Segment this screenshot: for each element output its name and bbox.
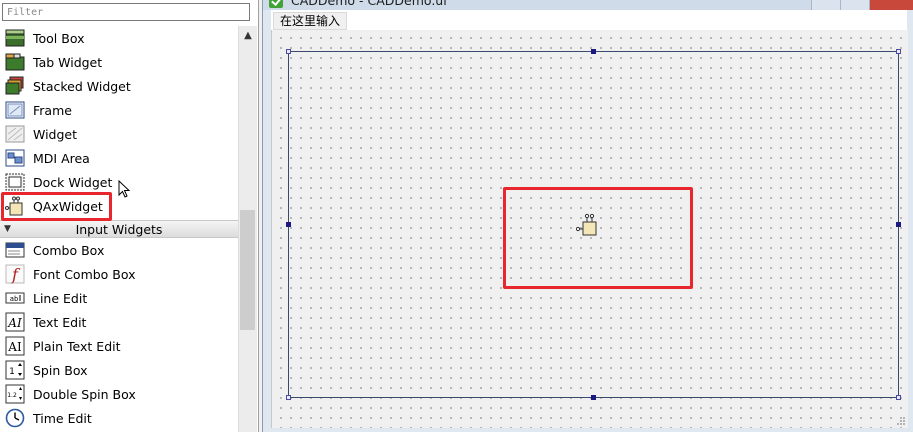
svg-text:1.2: 1.2: [7, 392, 17, 399]
double-spin-box-icon: 1.2: [5, 384, 25, 404]
collapse-arrow-icon: ▼: [4, 224, 11, 234]
text-edit-icon: AI: [5, 312, 25, 332]
svg-text:AI: AI: [7, 316, 22, 330]
qaxwidget-placed-icon[interactable]: [576, 213, 598, 237]
selection-handle-top[interactable]: [591, 49, 596, 54]
widget-list: Tool Box Tab Widget Stacked Widget Frame…: [0, 26, 238, 432]
close-button[interactable]: [869, 0, 913, 10]
selection-handle-bottom-right[interactable]: [896, 395, 901, 400]
widget-icon: [5, 124, 25, 144]
selection-handle-left[interactable]: [286, 222, 291, 227]
list-item-widget[interactable]: Widget: [0, 122, 238, 146]
list-item-label: Time Edit: [33, 410, 92, 426]
list-item-label: Font Combo Box: [33, 266, 136, 282]
list-item-combo-box[interactable]: Combo Box: [0, 238, 238, 262]
scrollbar-thumb[interactable]: [240, 210, 255, 330]
form-canvas[interactable]: [271, 30, 908, 428]
list-item-tab-widget[interactable]: Tab Widget: [0, 50, 238, 74]
category-input-widgets[interactable]: ▼ Input Widgets: [0, 220, 238, 238]
window-controls: [811, 0, 913, 10]
size-grip-icon[interactable]: [896, 416, 906, 426]
list-item-mdi-area[interactable]: MDI Area: [0, 146, 238, 170]
minimize-button[interactable]: [811, 0, 840, 10]
list-item-line-edit[interactable]: ab Line Edit: [0, 286, 238, 310]
list-item-label: Tool Box: [33, 30, 85, 46]
list-item-frame[interactable]: Frame: [0, 98, 238, 122]
list-item-plain-text-edit[interactable]: AI Plain Text Edit: [0, 334, 238, 358]
combo-box-icon: [5, 240, 25, 260]
svg-text:1: 1: [9, 367, 15, 377]
list-item-label: QAxWidget: [33, 198, 103, 214]
selection-handle-bottom[interactable]: [591, 395, 596, 400]
list-item-label: Widget: [33, 126, 78, 142]
highlight-box-placed-widget: [503, 187, 693, 289]
list-item-label: Plain Text Edit: [33, 338, 121, 354]
widget-box-panel: Tool Box Tab Widget Stacked Widget Frame…: [0, 0, 259, 432]
maximize-button[interactable]: [840, 0, 869, 10]
svg-text:AI: AI: [7, 340, 22, 354]
form-menu-bar: 在这里输入: [271, 10, 907, 31]
list-item-label: Tab Widget: [33, 54, 103, 70]
designer-form-window: CADDemo - CADDemo.ui 在这里输入: [262, 0, 913, 432]
dock-widget-icon: [5, 172, 25, 192]
selection-handle-bottom-left[interactable]: [286, 395, 291, 400]
list-item-label: Line Edit: [33, 290, 88, 306]
frame-icon: [5, 100, 25, 120]
mdi-area-icon: [5, 148, 25, 168]
list-item-font-combo-box[interactable]: f Font Combo Box: [0, 262, 238, 286]
spin-box-icon: 1: [5, 360, 25, 380]
form-title-bar[interactable]: CADDemo - CADDemo.ui: [263, 0, 913, 10]
toolbox-icon: [5, 28, 25, 48]
tab-widget-icon: [5, 52, 25, 72]
category-title: Input Widgets: [75, 221, 163, 237]
line-edit-icon: ab: [5, 288, 25, 308]
list-item-tool-box[interactable]: Tool Box: [0, 26, 238, 50]
font-combo-box-icon: f: [5, 264, 25, 284]
qt-designer-app-icon: [269, 0, 283, 8]
list-item-label: Combo Box: [33, 242, 105, 258]
list-item-double-spin-box[interactable]: 1.2 Double Spin Box: [0, 382, 238, 406]
list-item-label: Double Spin Box: [33, 386, 136, 402]
list-item-spin-box[interactable]: 1 Spin Box: [0, 358, 238, 382]
list-item-text-edit[interactable]: AI Text Edit: [0, 310, 238, 334]
time-edit-icon: [5, 408, 25, 428]
svg-text:ab: ab: [10, 295, 18, 303]
selection-handle-top-right[interactable]: [896, 49, 901, 54]
list-item-label: Spin Box: [33, 362, 88, 378]
scroll-up-arrow-icon[interactable]: ▲: [239, 26, 257, 44]
qaxwidget-icon: [5, 196, 25, 216]
window-title: CADDemo - CADDemo.ui: [291, 0, 447, 8]
list-item-label: Dock Widget: [33, 174, 113, 190]
list-item-label: MDI Area: [33, 150, 90, 166]
plain-text-edit-icon: AI: [5, 336, 25, 356]
list-item-label: Frame: [33, 102, 72, 118]
list-item-label: Text Edit: [33, 314, 87, 330]
filter-input[interactable]: [2, 3, 250, 21]
widget-list-scrollbar[interactable]: ▲: [238, 26, 257, 432]
list-item-label: Stacked Widget: [33, 78, 131, 94]
selection-handle-top-left[interactable]: [286, 49, 291, 54]
list-item-stacked-widget[interactable]: Stacked Widget: [0, 74, 238, 98]
stacked-widget-icon: [5, 76, 25, 96]
menu-type-here-placeholder[interactable]: 在这里输入: [273, 12, 348, 30]
selection-handle-right[interactable]: [896, 222, 901, 227]
mouse-cursor-icon: [118, 180, 131, 198]
list-item-time-edit[interactable]: Time Edit: [0, 406, 238, 430]
